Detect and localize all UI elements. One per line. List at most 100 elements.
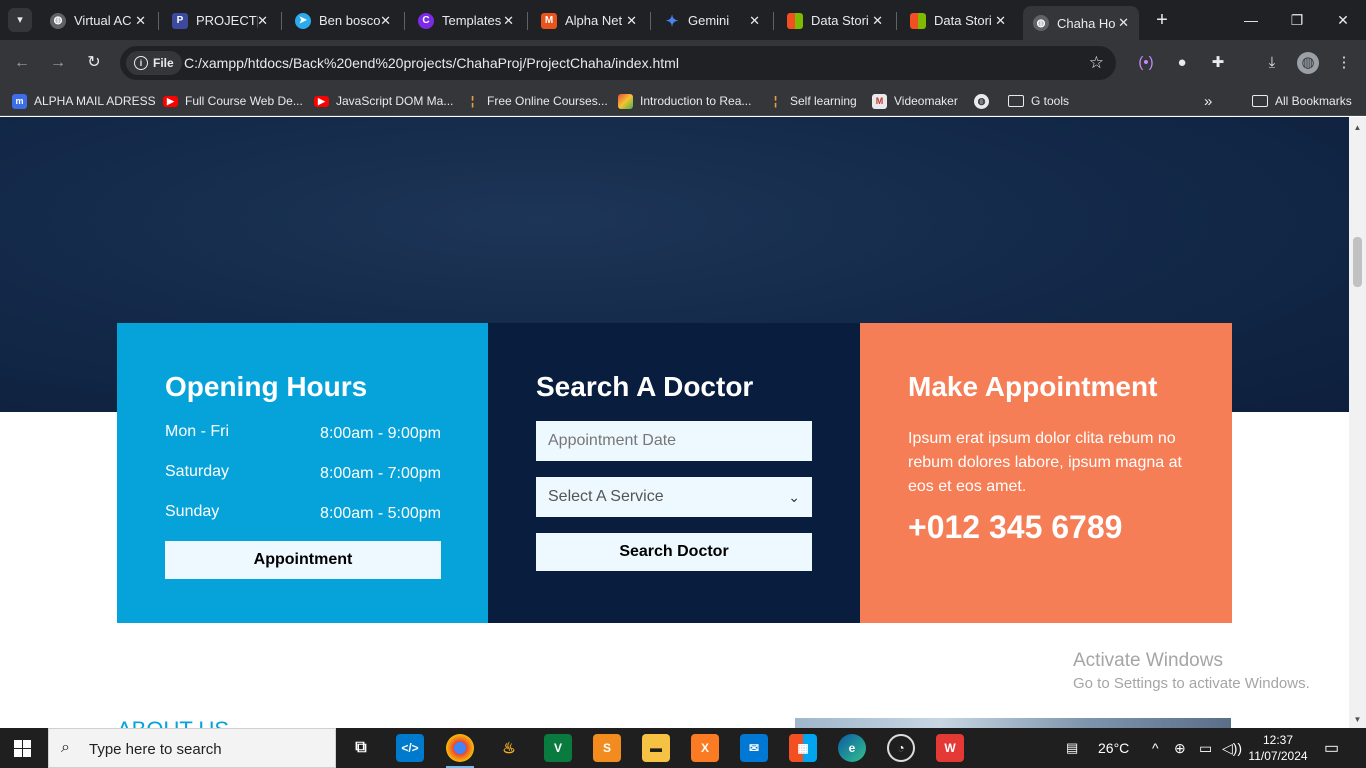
menu-icon[interactable]: ⋮ — [1333, 52, 1355, 74]
tab-gemini[interactable]: ✦ Gemini ✕ — [654, 7, 770, 34]
info-icon: i — [134, 56, 148, 70]
edge-icon[interactable]: e — [838, 734, 866, 762]
reload-icon[interactable]: ↻ — [82, 51, 106, 75]
vim-icon[interactable]: V — [544, 734, 572, 762]
bookmark-introduction[interactable]: Introduction to Rea... — [618, 92, 751, 110]
windows-icon — [787, 12, 803, 29]
tab-chaha-active[interactable]: ◍ Chaha Ho ✕ — [1023, 6, 1139, 40]
bookmark-javascript-dom[interactable]: ▶ JavaScript DOM Ma... — [314, 92, 453, 110]
globe-icon: ◍ — [50, 12, 66, 29]
bookmarks-bar: m ALPHA MAIL ADRESS ▶ Full Course Web De… — [0, 86, 1366, 116]
bookmark-globe[interactable]: ◍ — [974, 92, 989, 110]
close-icon[interactable]: ✕ — [257, 13, 268, 29]
lamp-icon[interactable]: ♨ — [495, 734, 523, 762]
bookmark-full-course[interactable]: ▶ Full Course Web De... — [163, 92, 303, 110]
tab-data-stories-1[interactable]: Data Stori ✕ — [777, 7, 893, 34]
store-icon[interactable]: ▦ — [789, 734, 817, 762]
weather-temperature[interactable]: 26°C — [1098, 740, 1129, 756]
bookmark-star-icon[interactable]: ☆ — [1089, 53, 1104, 73]
language-globe-icon[interactable]: ⊕ — [1174, 740, 1186, 757]
mail-icon[interactable]: ✉ — [740, 734, 768, 762]
tab-project[interactable]: P PROJECT| ✕ — [162, 7, 278, 34]
xampp-icon[interactable]: X — [691, 734, 719, 762]
chrome-icon[interactable] — [446, 734, 474, 768]
bookmark-alpha-mail[interactable]: m ALPHA MAIL ADRESS — [12, 92, 156, 110]
close-icon[interactable]: ✕ — [872, 13, 883, 29]
appointment-button[interactable]: Appointment — [165, 541, 441, 579]
window-close-icon[interactable]: ✕ — [1328, 8, 1358, 32]
close-icon[interactable]: ✕ — [380, 13, 391, 29]
hours-day: Saturday — [165, 463, 230, 480]
m-icon: M — [541, 12, 557, 29]
restore-icon[interactable]: ❐ — [1282, 8, 1312, 32]
taskbar-clock[interactable]: 12:37 11/07/2024 — [1246, 732, 1310, 764]
tab-search-button[interactable]: ▾ — [8, 8, 32, 32]
download-icon[interactable]: ⤓ — [1261, 52, 1283, 74]
close-icon[interactable]: ✕ — [995, 13, 1006, 29]
new-tab-button[interactable]: + — [1150, 8, 1174, 32]
address-bar[interactable]: i File C:/xampp/htdocs/Back%20end%20proj… — [120, 46, 1116, 80]
tab-virtual-ac[interactable]: ◍ Virtual AC ✕ — [40, 7, 156, 34]
close-icon[interactable]: ✕ — [135, 13, 146, 29]
extensions-puzzle-icon[interactable]: ✚ — [1207, 52, 1229, 74]
bookmark-g-tools[interactable]: G tools — [1008, 92, 1069, 110]
profile-avatar[interactable]: ◍ — [1297, 52, 1319, 74]
scroll-up-arrow-icon[interactable]: ▲ — [1349, 123, 1366, 132]
bookmark-free-courses[interactable]: ¦ Free Online Courses... — [465, 92, 608, 110]
scrollbar-thumb[interactable] — [1353, 237, 1362, 287]
appointment-date-input[interactable]: Appointment Date — [536, 421, 812, 461]
windows-start-icon[interactable] — [14, 740, 31, 757]
appointment-phone[interactable]: +012 345 6789 — [908, 509, 1122, 546]
folder-icon — [1252, 95, 1268, 107]
battery-icon[interactable]: ▭ — [1199, 740, 1212, 757]
globe-icon: ◍ — [974, 93, 989, 109]
tab-alpha-net[interactable]: M Alpha Net ✕ — [531, 7, 647, 34]
site-info-chip[interactable]: i File — [126, 51, 182, 75]
search-doctor-button[interactable]: Search Doctor — [536, 533, 812, 571]
volume-icon[interactable]: ◁)) — [1222, 740, 1242, 757]
page-scrollbar[interactable]: ▲ ▼ — [1349, 117, 1366, 728]
close-icon[interactable]: ✕ — [626, 13, 637, 29]
taskbar-search-box[interactable]: ⌕ Type here to search — [48, 728, 336, 768]
page-viewport: Opening Hours Mon - Fri 8:00am - 9:00pm … — [0, 117, 1349, 728]
windows-taskbar: ⌕ Type here to search ⧉ </> ♨ V S ▬ X ✉ … — [0, 728, 1366, 768]
notification-icon[interactable]: ▭ — [1324, 738, 1339, 758]
activate-windows-watermark: Activate Windows Go to Settings to activ… — [1073, 650, 1310, 692]
more-bookmarks-chevron-icon[interactable]: » — [1204, 92, 1212, 110]
wps-office-icon[interactable]: W — [936, 734, 964, 762]
bookmark-self-learning[interactable]: ¦ Self learning — [768, 92, 857, 110]
minimize-icon[interactable]: — — [1236, 8, 1266, 32]
appointment-description: Ipsum erat ipsum dolor clita rebum no re… — [908, 430, 1182, 495]
close-icon[interactable]: ✕ — [503, 13, 514, 29]
hours-time: 8:00am - 9:00pm — [320, 425, 441, 442]
tray-chevron-up-icon[interactable]: ^ — [1152, 740, 1159, 756]
forward-icon[interactable]: → — [46, 51, 70, 75]
chevron-down-icon: ⌄ — [788, 489, 800, 505]
make-appointment-panel: Make Appointment Ipsum erat ipsum dolor … — [860, 323, 1232, 623]
gemini-icon: ✦ — [665, 12, 679, 30]
extension-icon[interactable]: (•) — [1135, 52, 1157, 74]
sublime-text-icon[interactable]: S — [593, 734, 621, 762]
close-icon[interactable]: ✕ — [749, 13, 760, 29]
vscode-icon[interactable]: </> — [396, 734, 424, 762]
service-select[interactable]: Select A Service ⌄ — [536, 477, 812, 517]
back-icon[interactable]: ← — [10, 51, 34, 75]
tab-data-stories-2[interactable]: Data Stori ✕ — [900, 7, 1016, 34]
folder-icon — [1008, 95, 1024, 107]
bookmark-videomaker[interactable]: M Videomaker — [872, 92, 958, 110]
url-text[interactable]: C:/xampp/htdocs/Back%20end%20projects/Ch… — [184, 55, 679, 71]
scroll-down-arrow-icon[interactable]: ▼ — [1349, 715, 1366, 724]
all-bookmarks-button[interactable]: All Bookmarks — [1252, 92, 1352, 110]
hours-day: Mon - Fri — [165, 423, 229, 440]
close-icon[interactable]: ✕ — [1118, 15, 1129, 31]
globe-icon: ◍ — [1033, 15, 1049, 31]
obs-icon[interactable]: ◔ — [887, 734, 915, 762]
task-view-icon[interactable]: ⧉ — [347, 734, 375, 762]
tab-ben-bosco[interactable]: ➤ Ben bosco ✕ — [285, 7, 401, 34]
weather-icon[interactable]: ▤ — [1066, 740, 1078, 756]
file-explorer-icon[interactable]: ▬ — [642, 734, 670, 762]
youtube-icon: ▶ — [163, 95, 178, 107]
extension-circle-icon[interactable]: ● — [1171, 52, 1193, 74]
tab-templates[interactable]: C Templates ✕ — [408, 7, 524, 34]
opening-hours-panel: Opening Hours Mon - Fri 8:00am - 9:00pm … — [117, 323, 489, 623]
